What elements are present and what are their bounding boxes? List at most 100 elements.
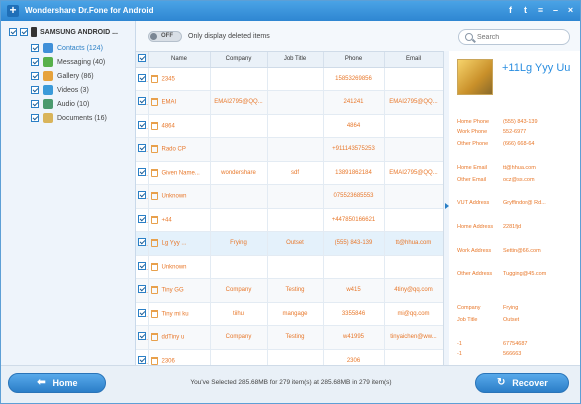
table-row[interactable]: Lg Yyy ... Frying Outset (555) 843-139 tt@hh… bbox=[136, 231, 443, 256]
detail-field-label: Job Title bbox=[457, 317, 478, 323]
category-checkbox[interactable] bbox=[31, 100, 39, 108]
table-row[interactable]: Unknown 075523685553 bbox=[136, 184, 443, 209]
cell-name-text: ddTiny u bbox=[161, 334, 185, 341]
home-button[interactable]: ⬅ Home bbox=[8, 373, 106, 393]
cell-job-title bbox=[267, 208, 324, 232]
detail-field-value: (666) 668-64 bbox=[503, 141, 535, 147]
table-row[interactable]: EMAI EMAI2795@QQ... 241241 EMAI2795@QQ... bbox=[136, 90, 443, 115]
facebook-icon[interactable]: f bbox=[505, 5, 516, 16]
row-checkbox-cell[interactable] bbox=[136, 184, 149, 209]
row-checkbox[interactable] bbox=[138, 308, 146, 317]
column-header-phone[interactable]: Phone bbox=[323, 52, 385, 68]
sidebar-item-contacts[interactable]: Contacts (124) bbox=[31, 41, 107, 55]
select-all-checkbox[interactable] bbox=[137, 54, 146, 63]
row-checkbox[interactable] bbox=[138, 191, 146, 200]
row-checkbox-cell[interactable] bbox=[136, 349, 149, 365]
row-checkbox[interactable] bbox=[138, 144, 146, 153]
twitter-icon[interactable]: t bbox=[520, 5, 531, 16]
sidebar-item-gallery[interactable]: Gallery (86) bbox=[31, 69, 107, 83]
row-checkbox-cell[interactable] bbox=[136, 302, 149, 326]
category-checkbox[interactable] bbox=[31, 72, 39, 80]
row-checkbox-cell[interactable] bbox=[136, 137, 149, 162]
recover-button[interactable]: ↻ Recover bbox=[475, 373, 569, 393]
search-input[interactable] bbox=[477, 32, 565, 43]
detail-field-label: Home Email bbox=[457, 165, 487, 171]
sidebar-item-messaging[interactable]: Messaging (40) bbox=[31, 55, 107, 69]
device-select-checkbox[interactable] bbox=[20, 28, 28, 36]
deleted-only-toggle[interactable]: OFF bbox=[148, 31, 182, 42]
row-checkbox-cell[interactable] bbox=[136, 231, 149, 256]
row-checkbox-cell[interactable] bbox=[136, 161, 149, 185]
row-checkbox[interactable] bbox=[138, 285, 146, 294]
cell-phone: 4864 bbox=[323, 114, 385, 138]
category-checkbox[interactable] bbox=[31, 58, 39, 66]
table-row[interactable]: ddTiny u Company Testing w41995 tinyaichen@w… bbox=[136, 325, 443, 350]
detail-field: Other Phone (666) 668-64 bbox=[457, 141, 579, 147]
device-row[interactable]: SAMSUNG ANDROID ... bbox=[9, 27, 118, 37]
cell-company bbox=[210, 208, 268, 232]
table-row[interactable]: +44 +447850166621 bbox=[136, 208, 443, 232]
category-list: Contacts (124) Messaging (40) Gallery (86)… bbox=[31, 41, 107, 125]
trash-icon bbox=[150, 74, 158, 83]
category-checkbox[interactable] bbox=[31, 86, 39, 94]
contact-name: +11Lg Yyy Uu bbox=[502, 62, 571, 74]
row-checkbox-cell[interactable] bbox=[136, 208, 149, 232]
minimize-icon[interactable]: – bbox=[550, 5, 561, 16]
table-row[interactable]: Tiny mi ku tiihu mangage 3355846 mi@qq.com bbox=[136, 302, 443, 326]
row-checkbox[interactable] bbox=[138, 261, 146, 270]
cell-name: ddTiny u bbox=[148, 325, 211, 350]
row-checkbox[interactable] bbox=[138, 332, 146, 341]
cell-company: EMAI2795@QQ... bbox=[210, 90, 268, 115]
cell-name: Tiny mi ku bbox=[148, 302, 211, 326]
row-checkbox-cell[interactable] bbox=[136, 114, 149, 138]
sidebar-item-videos[interactable]: Videos (3) bbox=[31, 83, 107, 97]
trash-icon bbox=[150, 262, 158, 271]
row-checkbox[interactable] bbox=[138, 167, 146, 176]
menu-icon[interactable]: ≡ bbox=[535, 5, 546, 16]
category-checkbox[interactable] bbox=[31, 44, 39, 52]
detail-field: Other Address Tugging@45.com bbox=[457, 271, 579, 277]
row-checkbox[interactable] bbox=[138, 238, 146, 247]
sidebar-item-documents[interactable]: Documents (16) bbox=[31, 111, 107, 125]
close-icon[interactable]: × bbox=[565, 5, 576, 16]
sidebar-item-audio[interactable]: Audio (10) bbox=[31, 97, 107, 111]
search-box[interactable] bbox=[458, 29, 570, 45]
table-row[interactable]: Unknown bbox=[136, 255, 443, 279]
cell-name-text: 2345 bbox=[161, 76, 175, 83]
row-checkbox-cell[interactable] bbox=[136, 278, 149, 303]
device-checkbox[interactable] bbox=[9, 28, 17, 36]
column-header-email[interactable]: Email bbox=[384, 52, 443, 68]
cell-job-title bbox=[267, 90, 324, 115]
row-checkbox-cell[interactable] bbox=[136, 67, 149, 91]
cell-company bbox=[210, 349, 268, 365]
device-name: SAMSUNG ANDROID ... bbox=[40, 28, 118, 36]
table-row[interactable]: 2345 15853269856 bbox=[136, 67, 443, 91]
row-checkbox[interactable] bbox=[138, 355, 146, 364]
table-row[interactable]: 4864 4864 bbox=[136, 114, 443, 138]
detail-field: Company Frying bbox=[457, 305, 579, 311]
table-row[interactable]: Rado CP +911143575253 bbox=[136, 137, 443, 162]
detail-field-value: Frying bbox=[503, 305, 519, 311]
column-header-job-title[interactable]: Job Title bbox=[267, 52, 324, 68]
column-header-name[interactable]: Name bbox=[148, 52, 211, 68]
app-logo-icon: + bbox=[7, 4, 19, 17]
row-checkbox[interactable] bbox=[138, 214, 146, 223]
select-all-header[interactable] bbox=[136, 52, 149, 68]
table-row[interactable]: 2306 2306 bbox=[136, 349, 443, 365]
row-checkbox[interactable] bbox=[138, 73, 146, 82]
table-row[interactable]: Tiny GG Company Testing w415 4tiny@qq.com bbox=[136, 278, 443, 303]
table-row[interactable]: Given Name... wondershare sdf 13891862184 EM… bbox=[136, 161, 443, 185]
row-checkbox[interactable] bbox=[138, 120, 146, 129]
row-checkbox-cell[interactable] bbox=[136, 325, 149, 350]
row-checkbox-cell[interactable] bbox=[136, 255, 149, 279]
row-checkbox-cell[interactable] bbox=[136, 90, 149, 115]
cell-email bbox=[384, 114, 443, 138]
cell-job-title bbox=[267, 137, 324, 162]
category-checkbox[interactable] bbox=[31, 114, 39, 122]
row-checkbox[interactable] bbox=[138, 97, 146, 106]
detail-field-label: Company bbox=[457, 305, 481, 311]
column-header-company[interactable]: Company bbox=[210, 52, 268, 68]
cell-email bbox=[384, 255, 443, 279]
cell-name: EMAI bbox=[148, 90, 211, 115]
toggle-knob bbox=[150, 33, 157, 40]
